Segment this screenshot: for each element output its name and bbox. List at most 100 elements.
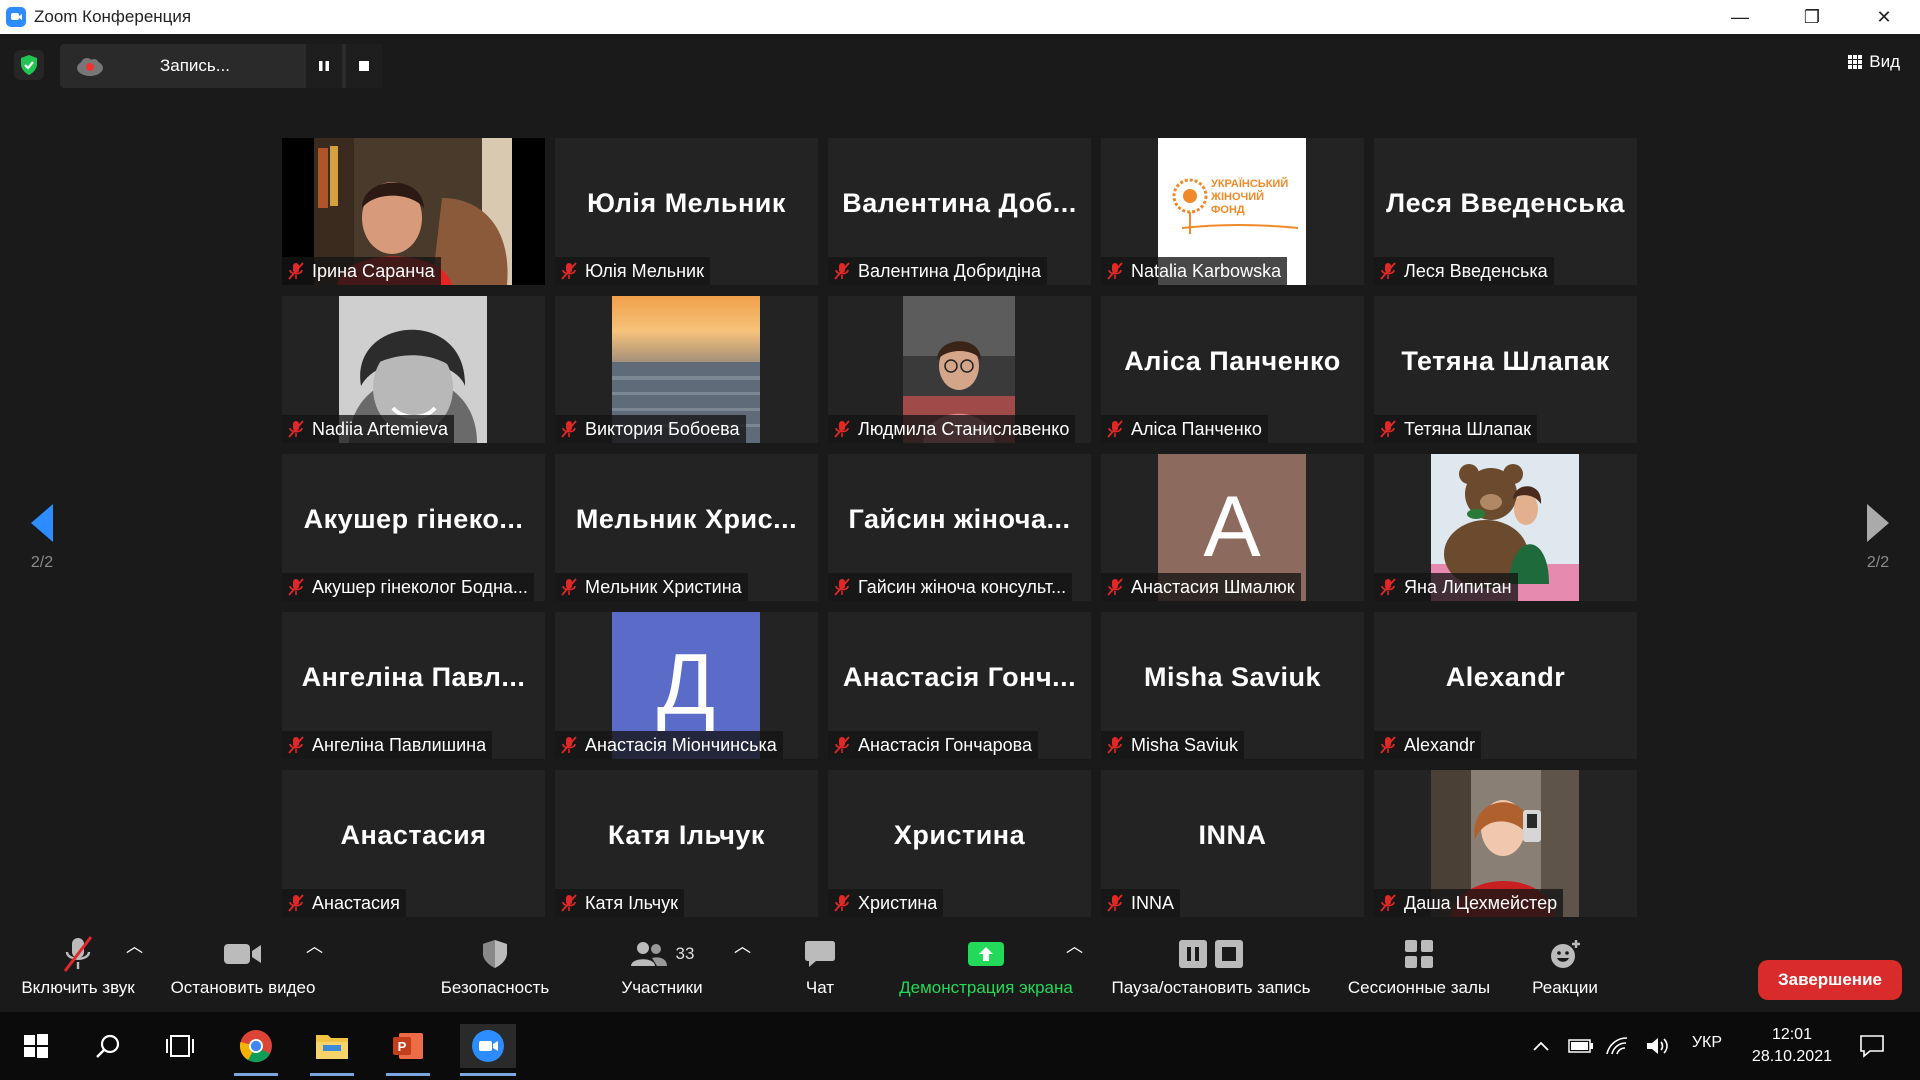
participant-nameplate: Nadiia Artemieva: [282, 415, 455, 443]
share-screen-label: Демонстрация экрана: [899, 978, 1073, 997]
participant-nameplate: Misha Saviuk: [1101, 731, 1245, 759]
participant-tile[interactable]: Валентина Доб... Валентина Добридіна: [828, 138, 1091, 285]
share-screen-button[interactable]: Демонстрация экрана: [886, 932, 1086, 1012]
participant-tile[interactable]: Аліса Панченко Аліса Панченко: [1101, 296, 1364, 443]
participant-nameplate: Даша Цехмейстер: [1374, 889, 1564, 917]
windows-start-button[interactable]: [14, 1024, 58, 1068]
security-button[interactable]: Безопасность: [432, 932, 558, 1012]
participant-name: Виктория Бобоева: [585, 418, 740, 439]
video-options-caret[interactable]: ︿: [306, 932, 323, 1012]
audio-options-caret[interactable]: ︿: [126, 932, 143, 1012]
participant-tile[interactable]: Ангеліна Павл... Ангеліна Павлишина: [282, 612, 545, 759]
battery-icon: [1568, 1039, 1593, 1053]
breakout-rooms-button[interactable]: Сессионные залы: [1338, 932, 1500, 1012]
participant-name: Ірина Саранча: [312, 260, 435, 281]
grid-view-icon: [1848, 55, 1863, 69]
participant-name: Христина: [858, 892, 938, 913]
video-camera-icon: [224, 944, 261, 964]
participant-nameplate: Христина: [828, 889, 944, 917]
taskbar-search-button[interactable]: [86, 1024, 130, 1068]
encryption-shield-icon[interactable]: [14, 50, 44, 80]
action-center-button[interactable]: [1852, 1024, 1892, 1068]
svg-text:P: P: [398, 1039, 407, 1054]
share-options-caret[interactable]: ︿: [1066, 932, 1083, 1012]
speaker-icon: [1647, 1038, 1668, 1054]
participant-display-name: Катя Ільчук: [608, 820, 765, 850]
participant-tile[interactable]: Alexandr Alexandr: [1374, 612, 1637, 759]
participant-tile[interactable]: Виктория Бобоева: [555, 296, 818, 443]
clock-time: 12:01: [1771, 1026, 1812, 1043]
participant-tile[interactable]: Анастасія Гонч... Анастасія Гончарова: [828, 612, 1091, 759]
task-view-button[interactable]: [158, 1024, 202, 1068]
participant-tile[interactable]: Людмила Станиславенко: [828, 296, 1091, 443]
reactions-emoji-icon: [1551, 940, 1580, 968]
system-clock[interactable]: 12:01 28.10.2021: [1752, 1024, 1832, 1068]
participant-tile[interactable]: Даша Цехмейстер: [1374, 770, 1637, 917]
participant-tile[interactable]: Мельник Хрис... Мельник Христина: [555, 454, 818, 601]
participant-tile[interactable]: Д Анастасія Міончинська: [555, 612, 818, 759]
volume-status[interactable]: [1642, 1024, 1672, 1068]
participant-tile[interactable]: A Анастасия Шмалюк: [1101, 454, 1364, 601]
participant-tile[interactable]: Леся Введенська Леся Введенська: [1374, 138, 1637, 285]
tray-overflow-button[interactable]: [1528, 1024, 1554, 1068]
participant-name: Мельник Христина: [585, 576, 742, 597]
participant-nameplate: Валентина Добридіна: [828, 257, 1047, 285]
participant-tile[interactable]: Анастасия Анастасия: [282, 770, 545, 917]
battery-status[interactable]: [1566, 1024, 1596, 1068]
muted-microphone-icon: [1380, 578, 1396, 596]
participant-tile[interactable]: INNA INNA: [1101, 770, 1364, 917]
participant-tile[interactable]: УКРАЇНСЬКИЙ ЖІНОЧИЙ ФОНД Natalia Karbowsk…: [1101, 138, 1364, 285]
participants-icon: [630, 942, 667, 966]
pause-recording-button[interactable]: [306, 44, 342, 88]
participant-nameplate: Анастасія Міончинська: [555, 731, 783, 759]
restore-button[interactable]: ❐: [1776, 0, 1848, 34]
participant-display-name: Тетяна Шлапак: [1401, 346, 1610, 376]
prev-page-nav[interactable]: 2/2: [22, 502, 62, 572]
participant-tile[interactable]: Катя Ільчук Катя Ільчук: [555, 770, 818, 917]
taskbar-zoom[interactable]: [460, 1024, 516, 1076]
participant-tile[interactable]: Юлія Мельник Юлія Мельник: [555, 138, 818, 285]
reactions-button[interactable]: Реакции: [1520, 932, 1610, 1012]
pause-stop-recording-button[interactable]: Пауза/остановить запись: [1102, 932, 1320, 1012]
stop-video-button[interactable]: Остановить видео: [160, 932, 326, 1012]
muted-microphone-icon: [834, 894, 850, 912]
logo-text: УКРАЇНСЬКИЙ ЖІНОЧИЙ ФОНД: [1211, 178, 1289, 216]
close-button[interactable]: ✕: [1848, 0, 1920, 34]
participant-tile[interactable]: Акушер гінеко... Акушер гінеколог Бодна..…: [282, 454, 545, 601]
minimize-button[interactable]: —: [1704, 0, 1776, 34]
participant-tile[interactable]: Ірина Саранча: [282, 138, 545, 285]
muted-microphone-icon: [288, 578, 304, 596]
participants-options-caret[interactable]: ︿: [734, 932, 751, 1012]
search-icon: [96, 1034, 120, 1058]
taskbar-powerpoint[interactable]: P: [386, 1024, 430, 1076]
chevron-up-icon: [1533, 1041, 1549, 1051]
participant-nameplate: Мельник Христина: [555, 573, 748, 601]
participant-tile[interactable]: Яна Липитан: [1374, 454, 1637, 601]
next-page-nav[interactable]: 2/2: [1858, 502, 1898, 572]
participant-name: Анастасія Міончинська: [585, 734, 777, 755]
participants-button[interactable]: 33 Участники: [612, 932, 712, 1012]
view-label: Вид: [1869, 52, 1900, 71]
stop-recording-button[interactable]: [346, 44, 382, 88]
participant-name: Людмила Станиславенко: [858, 418, 1070, 439]
participant-nameplate: Аліса Панченко: [1101, 415, 1268, 443]
participant-name: Леся Введенська: [1404, 260, 1548, 281]
end-meeting-button[interactable]: Завершение: [1758, 960, 1902, 1000]
avatar-letter: Д: [656, 637, 716, 733]
participant-tile[interactable]: Nadiia Artemieva: [282, 296, 545, 443]
chat-button[interactable]: Чат: [780, 932, 860, 1012]
view-button[interactable]: Вид: [1847, 52, 1900, 72]
taskbar-file-explorer[interactable]: [310, 1024, 354, 1076]
participant-tile[interactable]: Гайсин жіноча... Гайсин жіноча консульт..…: [828, 454, 1091, 601]
participant-tile[interactable]: Христина Христина: [828, 770, 1091, 917]
participant-name: Ангеліна Павлишина: [312, 734, 487, 755]
wifi-status[interactable]: [1602, 1024, 1632, 1068]
input-language[interactable]: УКР: [1692, 1034, 1722, 1052]
stop-video-label: Остановить видео: [170, 978, 316, 997]
participant-nameplate: Акушер гінеколог Бодна...: [282, 573, 534, 601]
participant-tile[interactable]: Misha Saviuk Misha Saviuk: [1101, 612, 1364, 759]
participant-tile[interactable]: Тетяна Шлапак Тетяна Шлапак: [1374, 296, 1637, 443]
muted-microphone-icon: [288, 894, 304, 912]
participants-label: Участники: [621, 978, 703, 997]
taskbar-chrome[interactable]: [234, 1024, 278, 1076]
